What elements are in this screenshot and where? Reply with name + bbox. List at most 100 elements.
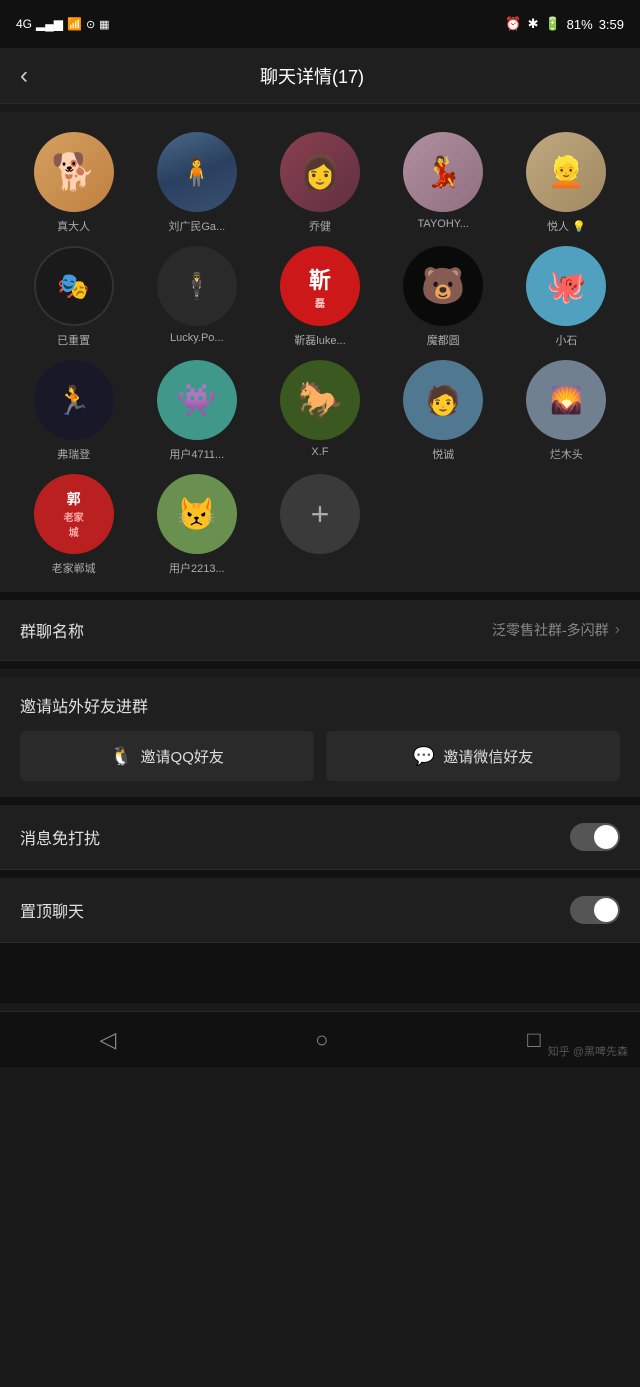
- member-item[interactable]: 💃 TAYOHY...: [386, 132, 501, 234]
- member-item[interactable]: 🧑 悦诚: [386, 360, 501, 462]
- avatar-yizhongzhi[interactable]: 🎭: [34, 246, 114, 326]
- mute-toggle[interactable]: [570, 823, 620, 851]
- member-name: 弗瑞登: [57, 446, 90, 462]
- group-name-row[interactable]: 群聊名称 泛零售社群-多闪群 ›: [0, 600, 640, 661]
- home-nav-button[interactable]: ○: [295, 1019, 348, 1061]
- divider-3: [0, 797, 640, 805]
- member-item[interactable]: 👱 悦人 💡: [509, 132, 624, 234]
- battery-percent: 81%: [567, 17, 593, 32]
- back-nav-button[interactable]: ◁: [79, 1019, 136, 1061]
- member-name: 烂木头: [550, 446, 583, 462]
- add-icon[interactable]: +: [280, 474, 360, 554]
- member-item[interactable]: 🐻 魔都圆: [386, 246, 501, 348]
- avatar-lucky[interactable]: 🕴: [157, 246, 237, 326]
- avatar-zhendaren[interactable]: 🐕: [34, 132, 114, 212]
- member-item[interactable]: 👾 用户4711...: [139, 360, 254, 462]
- watermark: 知乎 @黑啤先森: [548, 1043, 628, 1059]
- divider-2: [0, 661, 640, 669]
- pin-section: 置顶聊天: [0, 878, 640, 943]
- clock: 3:59: [599, 17, 624, 32]
- members-grid: 🐕 真大人 🧍 刘广民Ga... 👩 乔健 💃 TAYOHY...: [16, 132, 624, 576]
- bluetooth-icon: ✱: [528, 16, 539, 32]
- qq-icon: 🐧: [110, 746, 132, 767]
- bottom-nav: ◁ ○ □ 知乎 @黑啤先森: [0, 1011, 640, 1067]
- status-right: ⏰ ✱ 🔋 81% 3:59: [505, 16, 624, 32]
- member-name: Lucky.Po...: [170, 332, 224, 344]
- member-item[interactable]: 🧍 刘广民Ga...: [139, 132, 254, 234]
- battery-icon: 🔋: [544, 16, 560, 32]
- avatar-yueren[interactable]: 👱: [526, 132, 606, 212]
- avatar-fruiden[interactable]: 🏃: [34, 360, 114, 440]
- avatar-tayohy[interactable]: 💃: [403, 132, 483, 212]
- member-name: TAYOHY...: [418, 218, 469, 230]
- avatar-laojiadancheng[interactable]: 郭 老家 城: [34, 474, 114, 554]
- status-bar: 4G ▂▄▆ 📶 ⊙ ▦ ⏰ ✱ 🔋 81% 3:59: [0, 0, 640, 48]
- avatar-yuecheng[interactable]: 🧑: [403, 360, 483, 440]
- back-button[interactable]: ‹: [20, 62, 28, 90]
- member-item[interactable]: 🕴 Lucky.Po...: [139, 246, 254, 348]
- invite-wechat-label: 邀请微信好友: [443, 746, 533, 767]
- member-item[interactable]: 👩 乔健: [262, 132, 377, 234]
- avatar-user2213[interactable]: 😾: [157, 474, 237, 554]
- member-item[interactable]: 郭 老家 城 老家郸城: [16, 474, 131, 576]
- avatar-xf[interactable]: 🐎: [280, 360, 360, 440]
- avatar-qiaojian[interactable]: 👩: [280, 132, 360, 212]
- mute-section: 消息免打扰: [0, 805, 640, 870]
- avatar-liuguangmin[interactable]: 🧍: [157, 132, 237, 212]
- tiktok-status-icon: ⊙: [86, 18, 95, 31]
- invite-title: 邀请站外好友进群: [20, 693, 620, 717]
- avatar-lanmutou[interactable]: 🌄: [526, 360, 606, 440]
- pin-row[interactable]: 置顶聊天: [0, 878, 640, 943]
- member-name: 用户2213...: [169, 560, 225, 576]
- invite-buttons: 🐧 邀请QQ好友 💬 邀请微信好友: [20, 731, 620, 781]
- app-icon-status: ▦: [99, 18, 109, 31]
- member-item[interactable]: 🎭 已重置: [16, 246, 131, 348]
- avatar-user4711[interactable]: 👾: [157, 360, 237, 440]
- member-name: 已重置: [57, 332, 90, 348]
- invite-wechat-button[interactable]: 💬 邀请微信好友: [326, 731, 620, 781]
- mute-label: 消息免打扰: [20, 825, 100, 849]
- group-name-label: 群聊名称: [20, 618, 84, 642]
- wifi-icon: 📶: [67, 17, 82, 31]
- member-item[interactable]: 🐕 真大人: [16, 132, 131, 234]
- invite-section: 邀请站外好友进群 🐧 邀请QQ好友 💬 邀请微信好友: [0, 677, 640, 797]
- members-section: 🐕 真大人 🧍 刘广民Ga... 👩 乔健 💃 TAYOHY...: [0, 112, 640, 592]
- chevron-right-icon: ›: [615, 621, 620, 639]
- pin-toggle[interactable]: [570, 896, 620, 924]
- settings-section: 群聊名称 泛零售社群-多闪群 ›: [0, 600, 640, 661]
- member-name: X.F: [311, 446, 328, 458]
- member-item[interactable]: 靳 磊 靳磊luke...: [262, 246, 377, 348]
- avatar-moduyuan[interactable]: 🐻: [403, 246, 483, 326]
- divider-5: [0, 943, 640, 1003]
- member-name: 用户4711...: [169, 446, 224, 462]
- mute-row[interactable]: 消息免打扰: [0, 805, 640, 870]
- member-name: 刘广民Ga...: [168, 218, 225, 234]
- wechat-icon: 💬: [413, 746, 435, 767]
- member-item[interactable]: 🐎 X.F: [262, 360, 377, 462]
- avatar-xiaoshi[interactable]: 🐙: [526, 246, 606, 326]
- member-item[interactable]: 🐙 小石: [509, 246, 624, 348]
- status-left: 4G ▂▄▆ 📶 ⊙ ▦: [16, 17, 110, 31]
- member-item[interactable]: 🌄 烂木头: [509, 360, 624, 462]
- member-name: 悦诚: [432, 446, 454, 462]
- alarm-icon: ⏰: [505, 16, 521, 32]
- plus-sign: +: [311, 496, 330, 533]
- signal-bars: ▂▄▆: [36, 17, 63, 31]
- divider-1: [0, 592, 640, 600]
- header: ‹ 聊天详情(17): [0, 48, 640, 104]
- pin-label: 置顶聊天: [20, 898, 84, 922]
- avatar-jinluo[interactable]: 靳 磊: [280, 246, 360, 326]
- member-item[interactable]: 😾 用户2213...: [139, 474, 254, 576]
- member-name: 真大人: [57, 218, 90, 234]
- member-name: 老家郸城: [52, 560, 96, 576]
- add-member-button[interactable]: + +: [262, 474, 377, 576]
- invite-qq-button[interactable]: 🐧 邀请QQ好友: [20, 731, 314, 781]
- member-name: 悦人 💡: [547, 218, 586, 234]
- member-name: 魔都圆: [427, 332, 460, 348]
- group-name-value: 泛零售社群-多闪群: [492, 620, 609, 640]
- signal-text: 4G: [16, 17, 32, 31]
- member-name: 乔健: [309, 218, 331, 234]
- member-item[interactable]: 🏃 弗瑞登: [16, 360, 131, 462]
- member-name: 小石: [555, 332, 577, 348]
- invite-qq-label: 邀请QQ好友: [141, 746, 224, 767]
